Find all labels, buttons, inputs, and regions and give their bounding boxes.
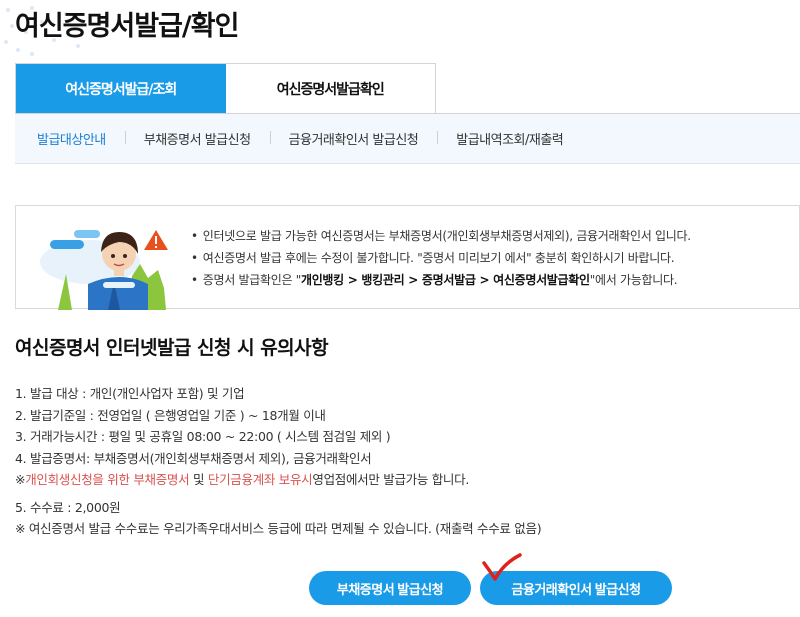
highlight-text: 개인회생신청을 위한 부채증명서: [25, 472, 190, 487]
menu-path-text: 개인뱅킹 > 뱅킹관리 > 증명서발급 > 여신증명서발급확인: [300, 273, 590, 287]
precautions-list: 1. 발급 대상 : 개인(개인사업자 포함) 및 기업 2. 발급기준일 : …: [15, 383, 542, 540]
notice-box: 인터넷으로 발급 가능한 여신증명서는 부채증명서(개인회생부채증명서제외), …: [15, 205, 800, 310]
notice-item: 증명서 발급확인은 "개인뱅킹 > 뱅킹관리 > 증명서발급 > 여신증명서발급…: [191, 269, 691, 291]
precaution-item: 2. 발급기준일 : 전영업일 ( 은행영업일 기준 ) ~ 18개월 이내: [15, 407, 326, 423]
precaution-item: 5. 수수료 : 2,000원: [15, 499, 121, 515]
subnav-item-debt-certificate[interactable]: 부채증명서 발급신청: [124, 129, 270, 148]
subnav-item-finance-certificate[interactable]: 금융거래확인서 발급신청: [269, 129, 438, 148]
tab-issue-confirm[interactable]: 여신증명서발급확인: [225, 64, 435, 113]
notice-item: 여신증명서 발급 후에는 수정이 불가합니다. "증명서 미리보기 에서" 충분…: [191, 247, 691, 269]
page-title: 여신증명서발급/확인: [15, 11, 239, 42]
note-text: 영업점에서만 발급가능 합니다.: [312, 472, 469, 487]
note-text: 및: [189, 472, 208, 487]
precaution-note: ※ 여신증명서 발급 수수료는 우리가족우대서비스 등급에 따라 면제될 수 있…: [15, 521, 542, 536]
debt-certificate-apply-button[interactable]: 부채증명서 발급신청: [309, 571, 471, 605]
precaution-note: ※개인회생신청을 위한 부채증명서 및 단기금융계좌 보유시영업점에서만 발급가…: [15, 469, 541, 491]
note-mark: ※: [15, 472, 26, 487]
notice-list: 인터넷으로 발급 가능한 여신증명서는 부채증명서(개인회생부채증명서제외), …: [191, 225, 691, 291]
notice-text: 증명서 발급확인은 ": [202, 273, 301, 287]
tab-bar: 여신증명서발급/조회 여신증명서발급확인: [15, 63, 436, 113]
precaution-item: 1. 발급 대상 : 개인(개인사업자 포함) 및 기업: [15, 386, 245, 401]
section-title: 여신증명서 인터넷발급 신청 시 유의사항: [15, 337, 329, 359]
subnav-item-history-reprint[interactable]: 발급내역조회/재출력: [437, 129, 582, 148]
precaution-item: 4. 발급증명서: 부채증명서(개인회생부채증명서 제외), 금융거래확인서: [15, 450, 372, 466]
clerk-warning-illustration: [40, 230, 168, 310]
notice-text: "에서 가능합니다.: [589, 273, 678, 287]
tab-issue-inquiry[interactable]: 여신증명서발급/조회: [16, 64, 226, 113]
highlight-text: 단기금융계좌 보유시: [207, 472, 313, 487]
subnav-item-eligibility-guide[interactable]: 발급대상안내: [37, 129, 125, 148]
notice-item: 인터넷으로 발급 가능한 여신증명서는 부채증명서(개인회생부채증명서제외), …: [191, 225, 691, 247]
sub-navigation: 발급대상안내 부채증명서 발급신청 금융거래확인서 발급신청 발급내역조회/재출…: [15, 113, 800, 164]
precaution-item: 3. 거래가능시간 : 평일 및 공휴일 08:00 ~ 22:00 ( 시스템…: [15, 429, 391, 444]
checkmark-annotation-icon: [482, 553, 522, 581]
